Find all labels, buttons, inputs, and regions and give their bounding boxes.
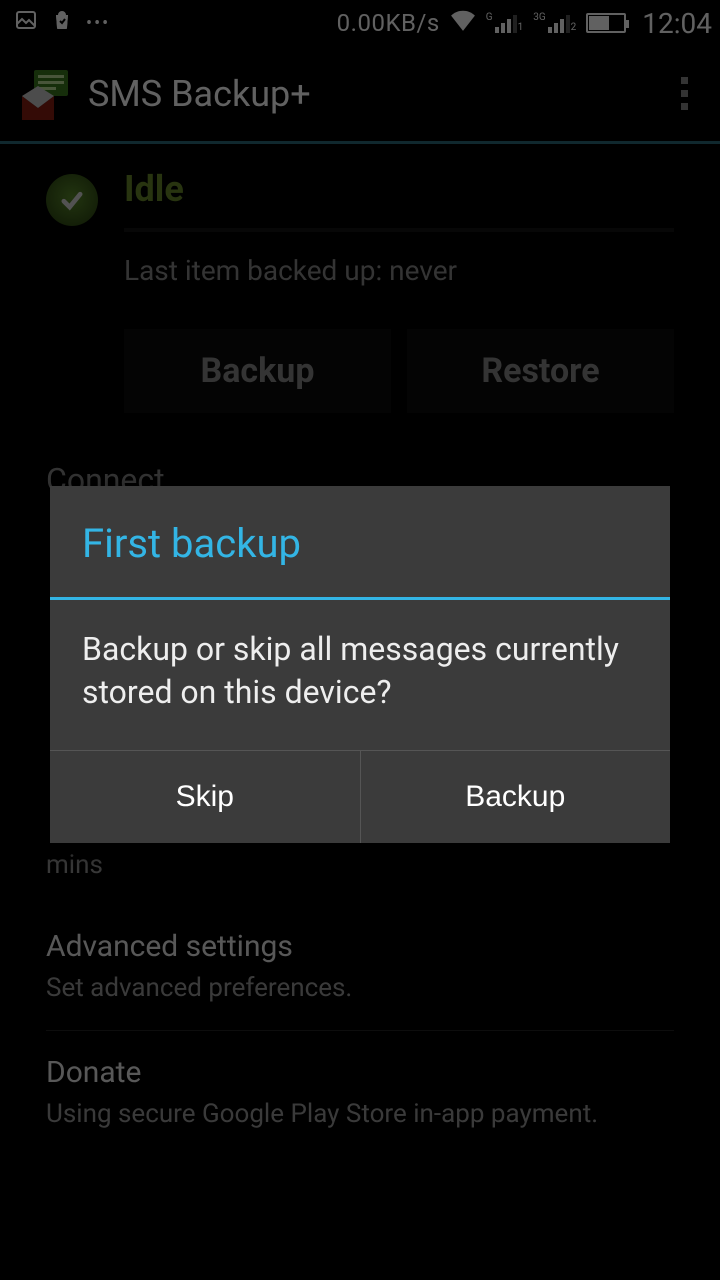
dialog-message: Backup or skip all messages currently st… [50, 600, 670, 750]
dialog-actions: Skip Backup [50, 750, 670, 843]
dialog-title: First backup [50, 486, 670, 597]
skip-button[interactable]: Skip [50, 751, 360, 843]
screen: ••• 0.00KB/s G 1 3G 2 12:04 [0, 0, 720, 1280]
backup-dialog-button[interactable]: Backup [361, 751, 671, 843]
first-backup-dialog: First backup Backup or skip all messages… [50, 486, 670, 843]
